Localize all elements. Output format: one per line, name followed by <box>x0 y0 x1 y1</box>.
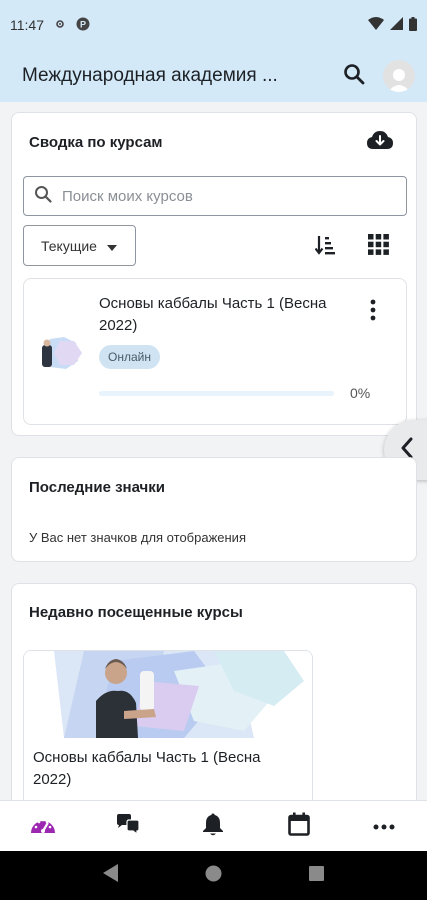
notifications-icon <box>202 812 224 841</box>
course-thumbnail[interactable] <box>36 335 86 373</box>
course-progress-bar <box>99 391 334 396</box>
bottom-navigation <box>0 800 427 851</box>
messages-icon <box>115 813 141 839</box>
nav-notifications[interactable] <box>183 801 243 852</box>
back-icon[interactable] <box>103 864 119 887</box>
search-icon[interactable] <box>343 63 365 90</box>
main-content[interactable]: Сводка по курсам Текущие <box>0 102 427 800</box>
status-time: 11:47 <box>10 17 44 33</box>
recent-badges-block: Последние значки У Вас нет значков для о… <box>11 457 417 562</box>
recent-courses-title: Недавно посещенные курсы <box>29 604 243 621</box>
recent-badges-empty-text: У Вас нет значков для отображения <box>29 530 246 545</box>
nav-messages[interactable] <box>98 801 158 852</box>
nav-dashboard[interactable] <box>13 801 73 852</box>
recent-course-name[interactable]: Основы каббалы Часть 1 (Весна 2022) <box>33 747 303 791</box>
grid-view-icon[interactable] <box>368 234 389 260</box>
course-filter-dropdown[interactable]: Текущие <box>23 225 136 266</box>
course-overview-title: Сводка по курсам <box>29 134 163 151</box>
svg-text:P: P <box>80 19 86 29</box>
course-card[interactable]: Основы каббалы Часть 1 (Весна 2022) Онла… <box>23 278 407 425</box>
app-bar: Международная академия ... <box>0 50 427 102</box>
settings-status-icon <box>54 17 66 33</box>
system-navigation-bar <box>0 851 427 900</box>
recents-icon[interactable] <box>308 865 324 886</box>
status-bar: 11:47 P <box>0 0 427 50</box>
app-status-icon: P <box>76 17 90 34</box>
recent-courses-block: Недавно посещенные курсы Основы каббалы … <box>11 583 417 800</box>
caret-down-icon <box>106 238 117 254</box>
more-icon <box>373 817 395 835</box>
wifi-icon <box>368 17 384 33</box>
recent-badges-title: Последние значки <box>29 479 165 496</box>
search-field-icon <box>34 185 52 208</box>
home-icon[interactable] <box>205 865 222 887</box>
course-overview-block: Сводка по курсам Текущие <box>11 112 417 436</box>
course-progress-text: 0% <box>350 385 371 401</box>
filter-label: Текущие <box>41 237 97 254</box>
more-vertical-icon[interactable] <box>370 299 376 326</box>
cloud-download-icon[interactable] <box>367 130 393 155</box>
course-search-input[interactable] <box>62 187 382 205</box>
recent-course-card[interactable]: Основы каббалы Часть 1 (Весна 2022) <box>23 650 313 800</box>
nav-more[interactable] <box>354 801 414 852</box>
dashboard-icon <box>30 814 56 839</box>
calendar-icon <box>288 812 310 841</box>
battery-icon <box>409 16 417 34</box>
site-title: Международная академия ... <box>22 65 278 86</box>
status-badge: Онлайн <box>99 345 160 369</box>
sort-icon[interactable] <box>314 234 337 261</box>
course-name-link[interactable]: Основы каббалы Часть 1 (Весна 2022) <box>99 293 369 337</box>
signal-icon <box>390 17 403 33</box>
course-search-field[interactable] <box>23 176 407 216</box>
nav-calendar[interactable] <box>269 801 329 852</box>
avatar[interactable] <box>383 60 415 92</box>
recent-course-image <box>24 651 312 738</box>
